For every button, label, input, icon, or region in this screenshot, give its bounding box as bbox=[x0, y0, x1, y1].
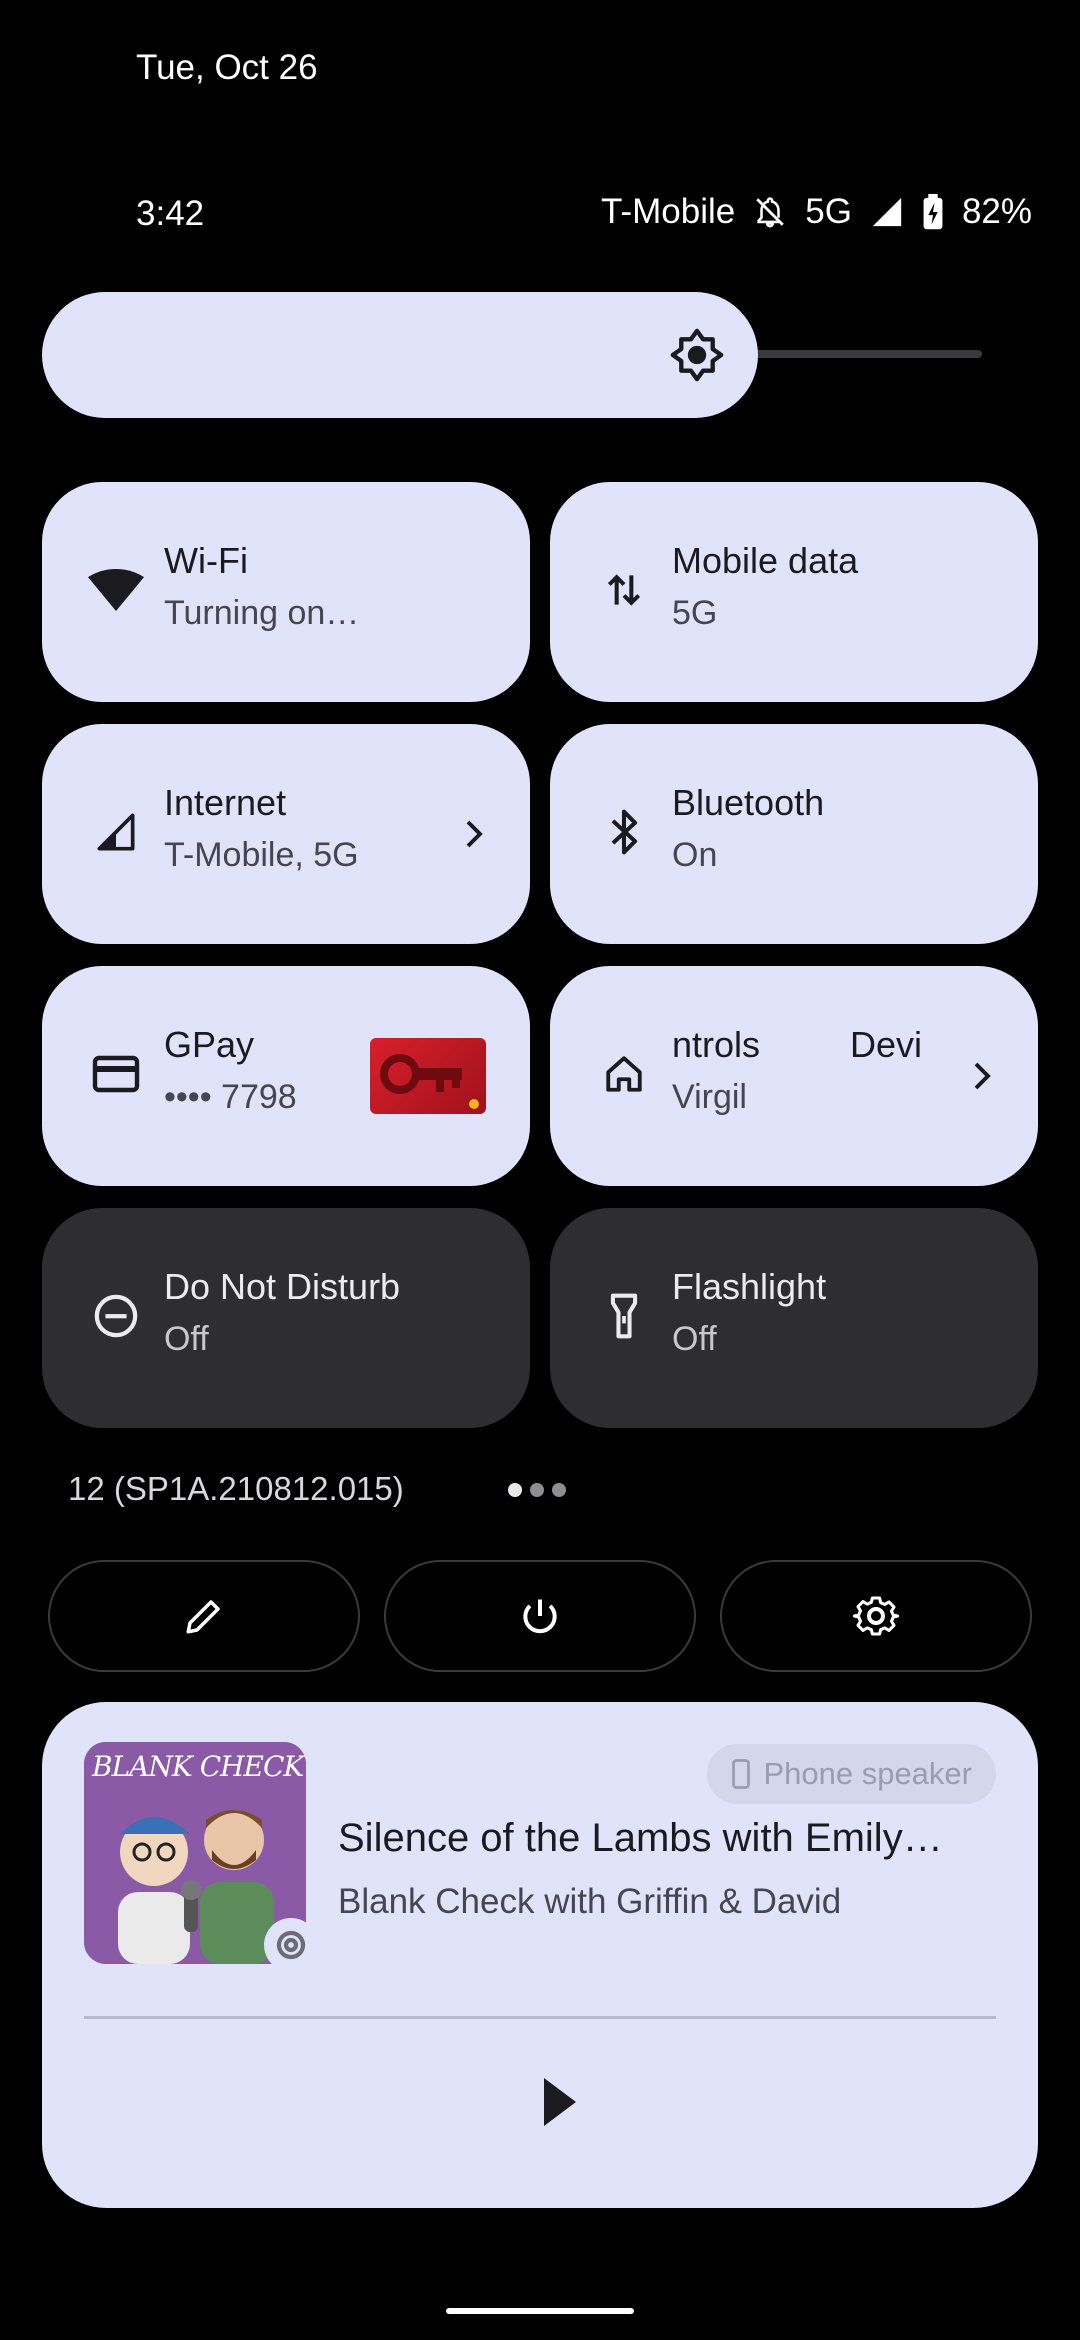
carrier-label: T-Mobile bbox=[601, 192, 736, 231]
tile-subtitle: Off bbox=[672, 1320, 717, 1358]
play-icon[interactable] bbox=[540, 2074, 580, 2130]
pencil-icon bbox=[186, 1600, 220, 1634]
chevron-right-icon bbox=[466, 820, 483, 848]
page-dot bbox=[552, 1483, 566, 1497]
tile-subtitle: Turning on… bbox=[164, 594, 360, 632]
tile-subtitle: Off bbox=[164, 1320, 209, 1358]
podcasts-app-icon bbox=[264, 1918, 318, 1972]
tile-title: Mobile data bbox=[672, 540, 859, 581]
tile-title: Flashlight bbox=[672, 1266, 827, 1307]
page-dot bbox=[508, 1483, 522, 1497]
phone-icon bbox=[732, 1759, 751, 1789]
tile-subtitle: Virgil bbox=[672, 1078, 747, 1116]
tile-do-not-disturb[interactable]: Do Not Disturb Off bbox=[42, 1208, 530, 1428]
tile-internet[interactable]: Internet T-Mobile, 5G bbox=[42, 724, 530, 944]
brightness-slider[interactable] bbox=[42, 292, 758, 418]
status-bar: T-Mobile 5G 82% bbox=[601, 192, 1032, 232]
tile-flashlight[interactable]: Flashlight Off bbox=[550, 1208, 1038, 1428]
mute-bell-icon bbox=[753, 195, 787, 229]
gesture-nav-handle[interactable] bbox=[446, 2308, 634, 2314]
page-dot bbox=[530, 1483, 544, 1497]
tile-subtitle: T-Mobile, 5G bbox=[164, 836, 359, 874]
card-icon bbox=[86, 1044, 146, 1104]
page-indicator bbox=[508, 1483, 566, 1497]
output-device-label: Phone speaker bbox=[763, 1756, 972, 1791]
tile-mobile-data[interactable]: Mobile data 5G bbox=[550, 482, 1038, 702]
output-device-chip[interactable]: Phone speaker bbox=[707, 1744, 996, 1804]
tile-subtitle: •••• 7798 bbox=[164, 1078, 297, 1116]
tile-title: Wi-Fi bbox=[164, 540, 248, 581]
tile-title: Internet bbox=[164, 782, 287, 823]
tile-title: ntrols bbox=[672, 1024, 761, 1065]
clock: 3:42 bbox=[136, 194, 205, 233]
tile-wifi[interactable]: Wi-Fi Turning on… bbox=[42, 482, 530, 702]
gear-icon bbox=[852, 1596, 900, 1636]
network-type: 5G bbox=[805, 192, 852, 231]
wifi-icon bbox=[86, 560, 146, 620]
tile-device-controls[interactable]: ntrols Devi Virgil bbox=[550, 966, 1038, 1186]
payment-card-image bbox=[370, 1038, 486, 1114]
settings-button[interactable] bbox=[720, 1560, 1032, 1672]
power-icon bbox=[523, 1599, 557, 1634]
album-art-title: BLANK CHECK bbox=[92, 1750, 304, 1783]
dnd-icon bbox=[86, 1286, 146, 1346]
tile-subtitle: 5G bbox=[672, 594, 718, 632]
tile-title: Bluetooth bbox=[672, 782, 825, 823]
power-button[interactable] bbox=[384, 1560, 696, 1672]
build-number[interactable]: 12 (SP1A.210812.015) bbox=[68, 1470, 404, 1508]
media-player-card[interactable]: BLANK CHECK Phone speaker Silence of the… bbox=[42, 1702, 1038, 2208]
edit-button[interactable] bbox=[48, 1560, 360, 1672]
cell-signal-icon bbox=[86, 802, 146, 862]
date: Tue, Oct 26 bbox=[136, 48, 318, 87]
home-icon bbox=[594, 1044, 654, 1104]
battery-charging-icon bbox=[922, 193, 944, 231]
battery-percent: 82% bbox=[961, 192, 1032, 231]
media-seekbar[interactable] bbox=[84, 2016, 996, 2019]
media-subtitle: Blank Check with Griffin & David bbox=[338, 1882, 842, 1921]
chevron-right-icon bbox=[974, 1062, 991, 1090]
tile-title: GPay bbox=[164, 1024, 255, 1065]
media-title: Silence of the Lambs with Emily… bbox=[338, 1816, 943, 1860]
data-arrows-icon bbox=[594, 560, 654, 620]
signal-icon bbox=[870, 195, 904, 229]
brightness-icon bbox=[668, 326, 726, 384]
tile-title: Do Not Disturb bbox=[164, 1266, 401, 1307]
tile-bluetooth[interactable]: Bluetooth On bbox=[550, 724, 1038, 944]
bluetooth-icon bbox=[594, 802, 654, 862]
flashlight-icon bbox=[594, 1286, 654, 1346]
tile-title-secondary: Devi bbox=[850, 1024, 923, 1065]
tile-subtitle: On bbox=[672, 836, 718, 874]
tile-gpay[interactable]: GPay •••• 7798 bbox=[42, 966, 530, 1186]
